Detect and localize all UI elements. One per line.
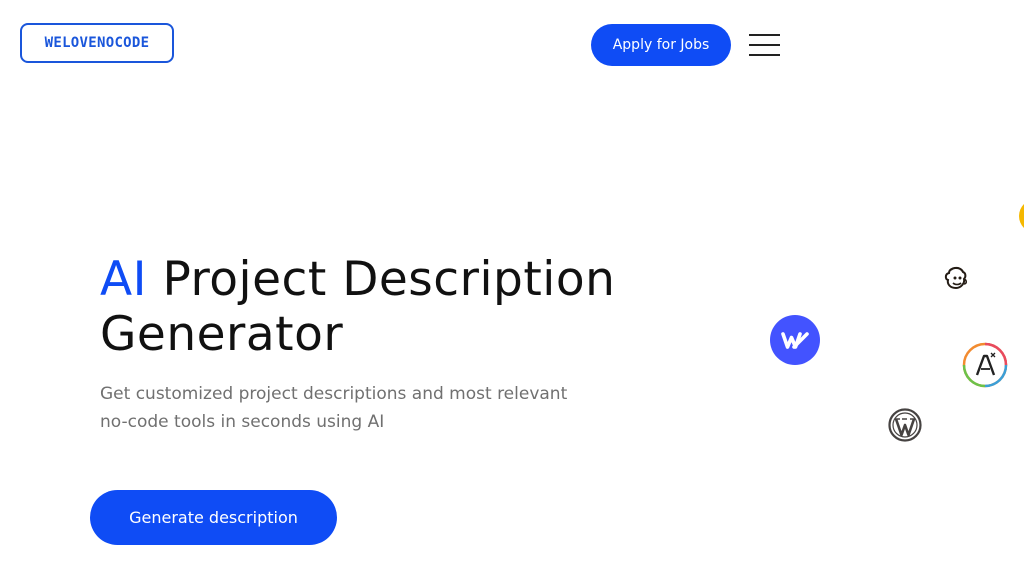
logo-text: WELOVENOCODE	[44, 35, 150, 51]
page: WELOVENOCODE Apply for Jobs AI Project D…	[0, 0, 1024, 576]
generate-description-label: Generate description	[129, 508, 298, 527]
yellow-tool-icon	[1016, 196, 1024, 236]
hamburger-menu-icon[interactable]	[749, 33, 781, 57]
mailchimp-icon	[939, 261, 973, 295]
wordpress-icon	[888, 408, 922, 442]
apply-for-jobs-button[interactable]: Apply for Jobs	[591, 24, 731, 66]
menu-line	[749, 44, 780, 46]
title-rest: Project Description Generator	[100, 252, 616, 362]
page-subtitle: Get customized project descriptions and …	[100, 384, 568, 432]
site-logo[interactable]: WELOVENOCODE	[20, 23, 174, 63]
webflow-icon	[770, 315, 820, 365]
menu-line	[749, 34, 780, 36]
codesigner-icon	[962, 342, 1008, 388]
apply-for-jobs-label: Apply for Jobs	[612, 37, 710, 53]
page-title: AI Project Description Generator	[100, 252, 740, 362]
generate-description-button[interactable]: Generate description	[90, 490, 337, 545]
menu-line	[749, 54, 780, 56]
title-accent: AI	[100, 252, 148, 307]
